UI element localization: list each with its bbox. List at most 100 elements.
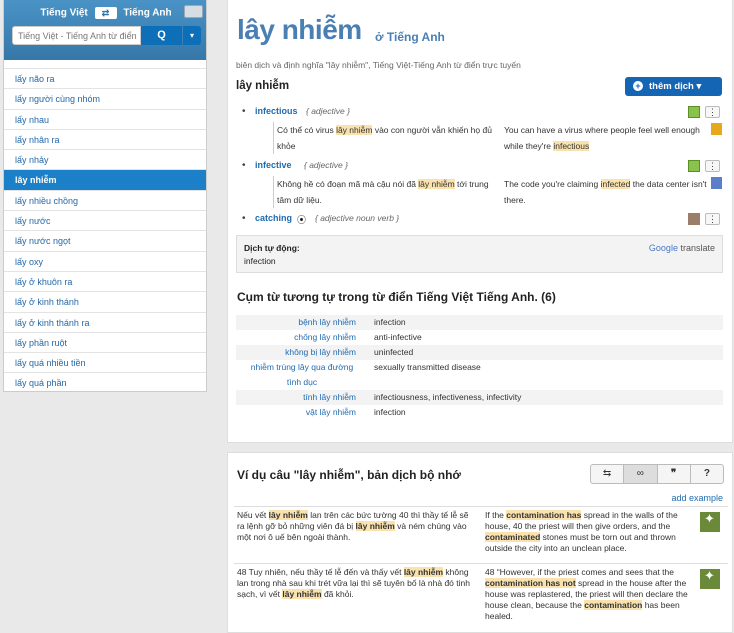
sidebar-item[interactable]: lấy nhảy: [4, 149, 206, 169]
translation-word[interactable]: infective: [255, 160, 292, 170]
bullet-icon: •: [242, 160, 246, 171]
add-example-link[interactable]: add example: [671, 493, 723, 503]
sidebar-item[interactable]: lấy não ra: [4, 68, 206, 88]
sidebar-item[interactable]: lấy nhiều chồng: [4, 189, 206, 210]
lang-from[interactable]: Tiếng Việt: [40, 8, 87, 19]
phrase-vi[interactable]: tính lây nhiễm: [236, 390, 356, 405]
swap-icon[interactable]: ⇆: [591, 465, 625, 483]
phrase-en: uninfected: [374, 347, 414, 357]
source-icon[interactable]: [688, 160, 700, 172]
phrase-vi[interactable]: vật lây nhiễm: [236, 405, 356, 420]
sidebar-item[interactable]: lấy ở kinh thánh: [4, 291, 206, 311]
example-row: Nếu vết lây nhiễm lan trên các bức tường…: [234, 506, 728, 563]
search-input[interactable]: Tiếng Việt - Tiếng Anh từ điển: [12, 26, 141, 45]
phrase-en: infection: [374, 317, 406, 327]
main-entry: lây nhiễm ở Tiếng Anh biên dịch và định …: [227, 0, 733, 443]
phrase-en: sexually transmitted disease: [374, 362, 481, 372]
auto-translation-value: infection: [244, 256, 276, 266]
examples-title: Ví dụ câu "lây nhiễm", bản dịch bộ nhớ: [237, 468, 461, 482]
phrase-row: vật lây nhiễm infection: [236, 405, 723, 420]
lang-to[interactable]: Tiếng Anh: [123, 8, 171, 19]
search-button[interactable]: Q: [141, 26, 182, 45]
phrase-en: infectiousness, infectiveness, infectivi…: [374, 392, 522, 402]
phrase-en: infection: [374, 407, 406, 417]
auto-translation-box: Dịch tự động: infection Google translate: [236, 235, 723, 273]
examples-tabs: ⇆ ∞ ❞ ?: [590, 464, 724, 484]
example-row: 48 Tuy nhiên, nếu thầy tế lễ đến và thấy…: [234, 563, 728, 628]
more-menu-button[interactable]: ⋮: [705, 106, 720, 118]
add-translation-button[interactable]: + thêm dịch ▾: [625, 77, 722, 96]
phrase-row: không bị lây nhiễm uninfected: [236, 345, 723, 360]
translation-item: • infective { adjective } Không hề có đo…: [242, 160, 722, 210]
sidebar-item[interactable]: lấy quá nhiều tiền: [4, 352, 206, 372]
memory-icon[interactable]: [711, 177, 722, 189]
sidebar-item[interactable]: lấy ở kinh thánh ra: [4, 311, 206, 332]
quote-icon[interactable]: ❞: [658, 465, 691, 483]
phrase-en: anti-infective: [374, 332, 422, 342]
bullet-icon: •: [242, 213, 246, 224]
search-header: Tiếng Việt ⇄ Tiếng Anh Tiếng Việt - Tiến…: [4, 0, 206, 60]
title-language: ở Tiếng Anh: [375, 30, 445, 44]
part-of-speech: { adjective }: [306, 106, 350, 116]
translation-item: • catching ⦿ { adjective noun verb } ⋮: [242, 213, 722, 229]
phrase-row: nhiễm trùng lây qua đường tình dục sexual…: [236, 360, 723, 390]
google-translate-logo: Google translate: [648, 243, 715, 253]
help-icon[interactable]: ?: [691, 465, 723, 483]
more-menu-button[interactable]: ⋮: [705, 160, 720, 172]
example-vi: Có thể có virus lây nhiễm vào con người …: [273, 122, 501, 154]
translation-item: • infectious { adjective } Có thể có vir…: [242, 106, 722, 156]
sidebar-item[interactable]: lấy nước ngọt: [4, 230, 206, 250]
example-en: If the contamination has spread in the w…: [485, 510, 678, 553]
source-icon[interactable]: [688, 106, 700, 118]
phrase-vi[interactable]: không bị lây nhiễm: [236, 345, 356, 360]
word-list: lấy não ra lấy người cùng nhóm lấy nhau lấy…: [4, 68, 206, 393]
example-en: 48 “However, if the priest comes and see…: [485, 567, 688, 621]
part-of-speech: { adjective }: [304, 160, 348, 170]
translation-memory-icon[interactable]: [700, 512, 720, 532]
page-title: lây nhiễm: [237, 14, 362, 45]
examples-panel: Ví dụ câu "lây nhiễm", bản dịch bộ nhớ ⇆…: [227, 452, 733, 633]
plus-icon: +: [633, 81, 643, 91]
phrase-row: tính lây nhiễm infectiousness, infectiven…: [236, 390, 723, 405]
sidebar-item[interactable]: lấy nhau: [4, 108, 206, 129]
swap-icon[interactable]: ⇄: [94, 7, 117, 19]
phrase-row: bệnh lây nhiễm infection: [236, 315, 723, 330]
phrase-vi[interactable]: chống lây nhiễm: [236, 330, 356, 345]
sidebar-item[interactable]: lấy phần ruột: [4, 331, 206, 352]
sidebar-item[interactable]: lấy nước: [4, 210, 206, 230]
example-en: The code you're claiming infected the da…: [504, 179, 707, 205]
phrases-table: bệnh lây nhiễm infection chống lây nhiễm an…: [236, 315, 723, 420]
translation-word[interactable]: infectious: [255, 106, 298, 116]
add-translation-label: thêm dịch: [649, 81, 694, 92]
sidebar-item[interactable]: lây nhiễm: [4, 169, 206, 190]
memory-icon[interactable]: [711, 123, 722, 135]
section-title: lây nhiễm: [236, 80, 290, 92]
sidebar-item[interactable]: lấy ở khuôn ra: [4, 270, 206, 291]
more-menu-button[interactable]: ⋮: [705, 213, 720, 225]
source-icon[interactable]: [688, 213, 700, 225]
keyboard-icon[interactable]: [184, 5, 203, 18]
play-icon[interactable]: ⦿: [297, 213, 306, 226]
search-icon: Q: [157, 29, 166, 41]
auto-translation-label: Dịch tự động:: [244, 243, 300, 253]
chevron-down-icon[interactable]: ▾: [183, 26, 201, 45]
example-vi: Không hề có đoạn mã mà cậu nói đã lây nh…: [273, 176, 501, 208]
sidebar-item[interactable]: lấy quá phần: [4, 372, 206, 392]
phrase-vi[interactable]: nhiễm trùng lây qua đường tình dục: [246, 360, 358, 390]
phrase-row: chống lây nhiễm anti-infective: [236, 330, 723, 345]
sidebar-item[interactable]: lấy oxy: [4, 250, 206, 271]
part-of-speech: { adjective noun verb }: [315, 213, 400, 223]
language-switcher[interactable]: Tiếng Việt ⇄ Tiếng Anh: [4, 7, 208, 19]
translation-word[interactable]: catching: [255, 213, 292, 223]
phrases-title: Cụm từ tương tự trong từ điển Tiếng Việt…: [237, 290, 556, 304]
bullet-icon: •: [242, 106, 246, 117]
example-en: You can have a virus where people feel w…: [504, 125, 700, 151]
sidebar-item[interactable]: lấy người cùng nhóm: [4, 88, 206, 108]
link-icon[interactable]: ∞: [624, 465, 658, 483]
sidebar-item[interactable]: lấy nhân ra: [4, 128, 206, 149]
page-subtitle: biên dịch và định nghĩa "lây nhiễm", Tiế…: [236, 60, 521, 70]
example-vi: Nếu vết lây nhiễm lan trên các bức tường…: [237, 510, 469, 542]
sidebar: Tiếng Việt ⇄ Tiếng Anh Tiếng Việt - Tiến…: [3, 0, 207, 392]
phrase-vi[interactable]: bệnh lây nhiễm: [236, 315, 356, 330]
translation-memory-icon[interactable]: [700, 569, 720, 589]
